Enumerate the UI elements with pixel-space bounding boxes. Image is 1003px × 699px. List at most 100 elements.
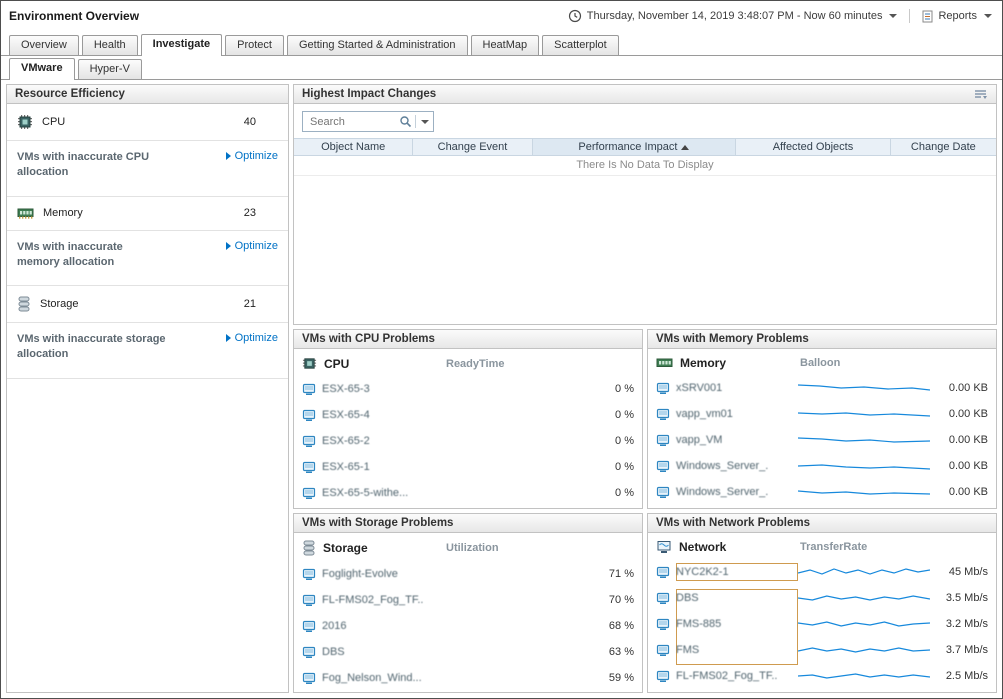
- metric-group-label: Network: [679, 540, 726, 554]
- subtab-hyperv[interactable]: Hyper-V: [78, 59, 142, 79]
- metric-count: 21: [244, 298, 278, 310]
- vm-row: ESX-65-1 0 %: [294, 454, 642, 480]
- table-toolbar: [294, 104, 996, 138]
- vm-row: DBS 3.5 Mb/s: [648, 585, 996, 611]
- panel-title: Resource Efficiency: [7, 85, 288, 104]
- vm-name-link[interactable]: Windows_Server_.: [676, 486, 792, 498]
- metric-label: CPU: [42, 116, 65, 128]
- reports-menu[interactable]: Reports: [922, 10, 992, 23]
- row-list: NYC2K2-1 45 Mb/s DBS 3.5 Mb/s FM: [648, 559, 996, 692]
- report-icon: [922, 10, 933, 23]
- vm-icon: [656, 382, 670, 395]
- metric-value: 0 %: [582, 383, 634, 395]
- search-icon[interactable]: [399, 115, 412, 128]
- optimize-link-storage[interactable]: Optimize: [226, 332, 278, 344]
- vm-name-link[interactable]: 2016: [322, 620, 438, 632]
- sort-ascending-icon: [681, 145, 689, 150]
- optimize-link-memory[interactable]: Optimize: [226, 240, 278, 252]
- panel-title: VMs with Memory Problems: [648, 330, 996, 349]
- vm-name-link[interactable]: vapp_VM: [676, 434, 792, 446]
- column-header-performance-impact[interactable]: Performance Impact: [533, 139, 737, 155]
- vm-row: ESX-65-3 0 %: [294, 376, 642, 402]
- vm-icon: [302, 594, 316, 607]
- mini-panel-header: Network TransferRate: [648, 533, 996, 559]
- search-input[interactable]: [308, 115, 396, 129]
- vm-row: Fog_Nelson_Wind... 59 %: [294, 665, 642, 691]
- vm-name-link[interactable]: ESX-65-3: [322, 383, 438, 395]
- vm-row: NYC2K2-1 45 Mb/s: [648, 559, 996, 585]
- vm-name-link[interactable]: FL-FMS02_Fog_TF..: [676, 670, 792, 682]
- play-icon: [226, 334, 231, 342]
- sparkline: [798, 564, 930, 580]
- vm-icon: [656, 566, 670, 579]
- sparkline: [798, 590, 930, 606]
- vm-name-link[interactable]: NYC2K2-1: [676, 566, 792, 578]
- vm-name-link[interactable]: Foglight-Evolve: [322, 568, 438, 580]
- tab-health[interactable]: Health: [82, 35, 138, 55]
- tab-scatterplot[interactable]: Scatterplot: [542, 35, 619, 55]
- sparkline: [798, 484, 930, 500]
- metric-column-label: Balloon: [800, 357, 988, 369]
- vms-network-problems-panel: VMs with Network Problems Network Transf…: [647, 513, 997, 693]
- vm-row: ESX-65-4 0 %: [294, 402, 642, 428]
- clock-icon: [568, 9, 582, 23]
- search-options-caret[interactable]: [421, 120, 429, 124]
- vm-name-link[interactable]: ESX-65-5-withe...: [322, 487, 438, 499]
- column-header-object-name[interactable]: Object Name: [294, 139, 413, 155]
- sparkline: [798, 642, 930, 658]
- vm-icon: [656, 670, 670, 683]
- optimize-link-cpu[interactable]: Optimize: [226, 150, 278, 162]
- vm-name-link[interactable]: ESX-65-2: [322, 435, 438, 447]
- optimize-label: Optimize: [235, 150, 278, 162]
- vm-name-link[interactable]: Fog_Nelson_Wind...: [322, 672, 438, 684]
- metric-column-label: TransferRate: [800, 541, 988, 553]
- optimize-row: VMs with inaccurate CPU allocation Optim…: [7, 141, 288, 197]
- top-bar: Environment Overview Thursday, November …: [1, 1, 1002, 31]
- vm-icon: [656, 592, 670, 605]
- tab-protect[interactable]: Protect: [225, 35, 284, 55]
- panel-title: VMs with Storage Problems: [294, 514, 642, 533]
- tab-overview[interactable]: Overview: [9, 35, 79, 55]
- vm-name-link[interactable]: FL-FMS02_Fog_TF..: [322, 594, 438, 606]
- network-icon: [656, 540, 672, 554]
- divider: [415, 115, 416, 128]
- column-header-affected-objects[interactable]: Affected Objects: [736, 139, 890, 155]
- vm-row: FMS 3.7 Mb/s: [648, 637, 996, 663]
- vm-name-link[interactable]: FMS: [676, 644, 792, 656]
- vm-name-link[interactable]: ESX-65-1: [322, 461, 438, 473]
- column-header-change-event[interactable]: Change Event: [413, 139, 532, 155]
- sparkline: [798, 432, 930, 448]
- vm-name-link[interactable]: xSRV001: [676, 382, 792, 394]
- tab-getting-started[interactable]: Getting Started & Administration: [287, 35, 468, 55]
- play-icon: [226, 152, 231, 160]
- vm-name-link[interactable]: DBS: [322, 646, 438, 658]
- vm-icon: [656, 408, 670, 421]
- vm-name-link[interactable]: Windows_Server_.: [676, 460, 792, 472]
- empty-state-message: There Is No Data To Display: [294, 156, 996, 176]
- vm-row: DBS 63 %: [294, 639, 642, 665]
- divider: [909, 9, 910, 23]
- metric-column-label: ReadyTime: [446, 358, 634, 370]
- tab-heatmap[interactable]: HeatMap: [471, 35, 540, 55]
- column-header-change-date[interactable]: Change Date: [891, 139, 996, 155]
- vm-name-link[interactable]: ESX-65-4: [322, 409, 438, 421]
- vm-icon: [302, 435, 316, 448]
- tab-investigate[interactable]: Investigate: [141, 34, 222, 56]
- vm-name-link[interactable]: vapp_vm01: [676, 408, 792, 420]
- time-range-selector[interactable]: Thursday, November 14, 2019 3:48:07 PM -…: [568, 9, 898, 23]
- search-box: [302, 111, 434, 132]
- reports-label: Reports: [938, 10, 977, 22]
- subtab-vmware[interactable]: VMware: [9, 58, 75, 80]
- vm-icon: [302, 383, 316, 396]
- table-options-icon[interactable]: [973, 88, 988, 100]
- topbar-actions: Thursday, November 14, 2019 3:48:07 PM -…: [568, 9, 992, 23]
- vm-name-link[interactable]: DBS: [676, 592, 792, 604]
- vm-name-link[interactable]: FMS-885: [676, 618, 792, 630]
- main-tab-bar: Overview Health Investigate Protect Gett…: [1, 31, 1002, 56]
- vm-row: FL-FMS02_Fog_TF.. 70 %: [294, 587, 642, 613]
- problem-label: VMs with inaccurate storage allocation: [17, 332, 167, 362]
- cpu-icon: [302, 356, 317, 371]
- metric-value: 0.00 KB: [936, 434, 988, 446]
- resource-metric-row: Memory 23: [7, 197, 288, 231]
- row-list: Foglight-Evolve 71 % FL-FMS02_Fog_TF.. 7…: [294, 561, 642, 692]
